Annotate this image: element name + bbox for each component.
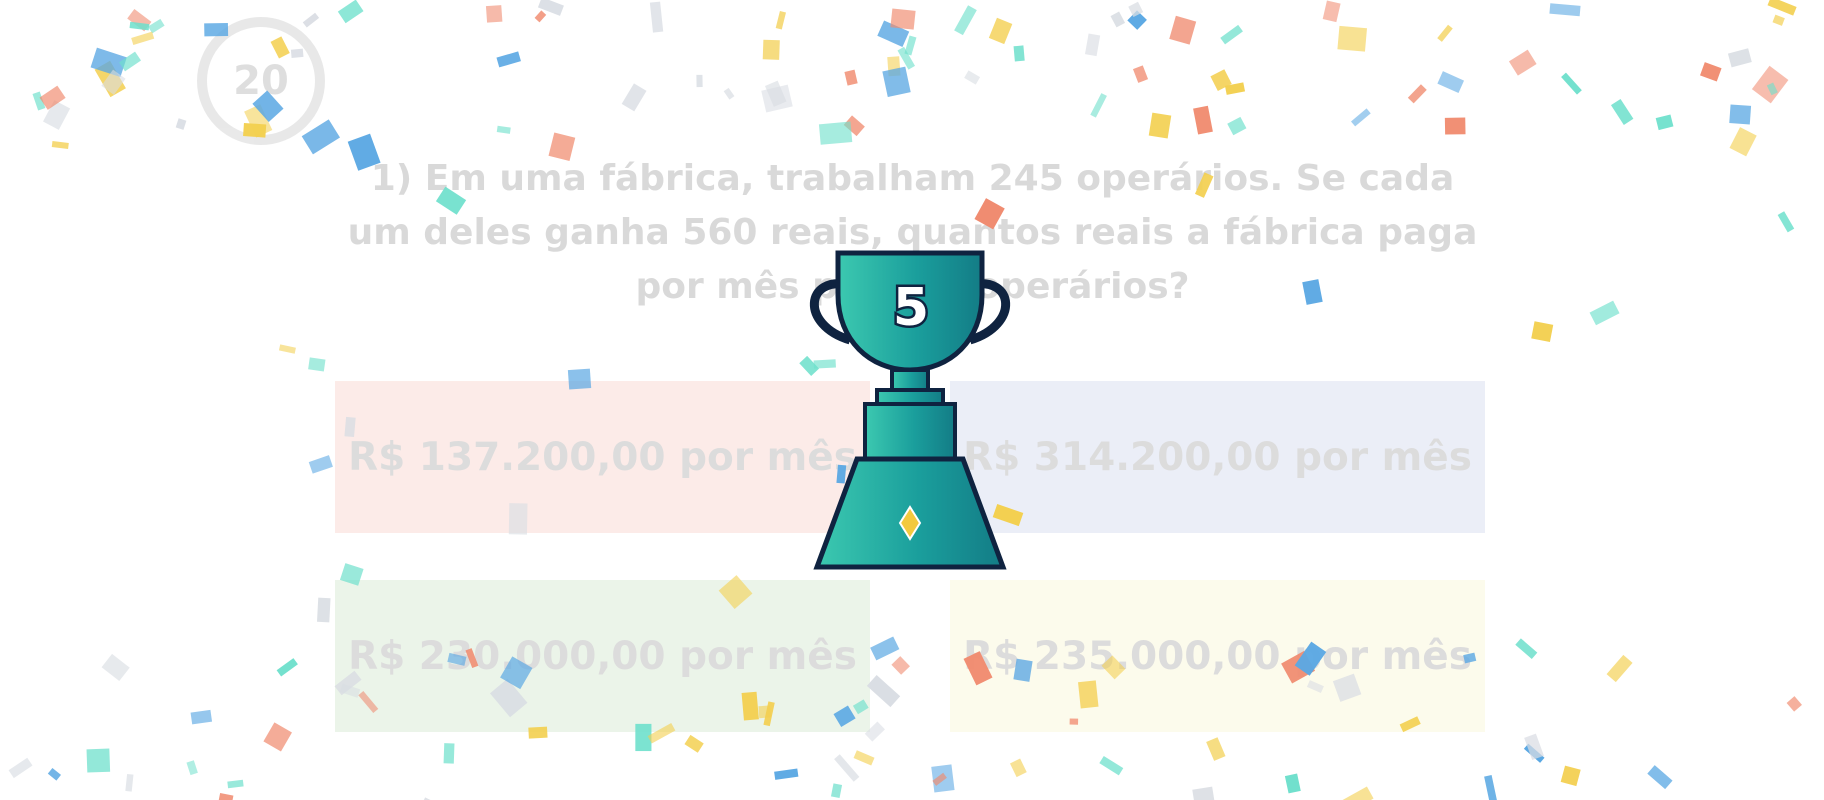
countdown-timer: 20 bbox=[197, 17, 325, 145]
answer-label: R$ 137.200,00 por mês bbox=[348, 434, 857, 480]
timer-value: 20 bbox=[233, 58, 289, 104]
answer-label: R$ 230.000,00 por mês bbox=[348, 633, 857, 679]
trophy-icon: 5 bbox=[809, 250, 1011, 570]
answer-option-3[interactable]: R$ 230.000,00 por mês bbox=[335, 580, 870, 732]
trophy-number: 5 bbox=[893, 278, 929, 338]
answer-label: R$ 235.000,00 por mês bbox=[963, 633, 1472, 679]
answer-option-4[interactable]: R$ 235.000,00 por mês bbox=[950, 580, 1485, 732]
answer-label: R$ 314.200,00 por mês bbox=[963, 434, 1472, 480]
